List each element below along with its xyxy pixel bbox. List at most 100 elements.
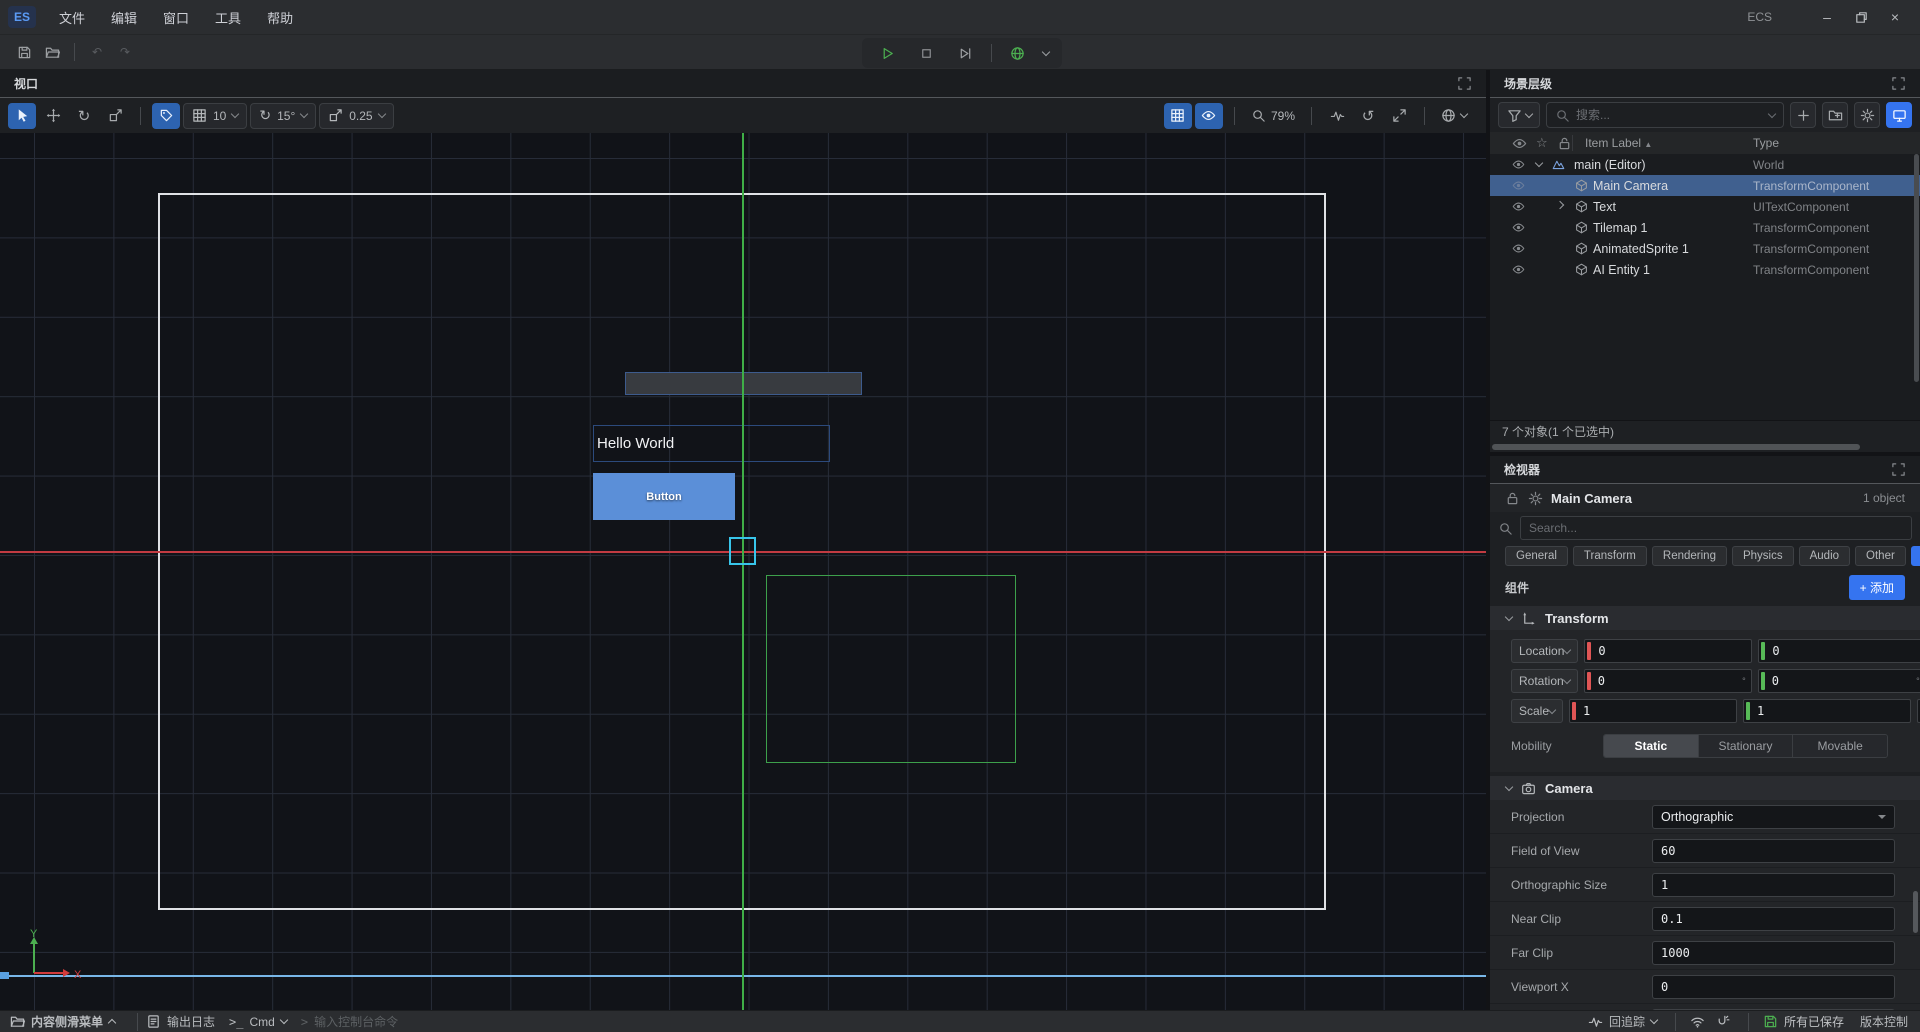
unlock-icon[interactable] xyxy=(1505,491,1520,506)
hierarchy-row-animatedsprite[interactable]: AnimatedSprite 1 TransformComponent xyxy=(1490,238,1920,259)
output-log-button[interactable]: 输出日志 xyxy=(146,1013,215,1030)
eye-icon[interactable] xyxy=(1512,200,1525,213)
tab-audio[interactable]: Audio xyxy=(1799,546,1850,566)
console-command-input[interactable]: > 输入控制台命令 xyxy=(301,1013,398,1030)
rotation-y-field[interactable]: ° xyxy=(1758,669,1920,693)
fit-view-button[interactable] xyxy=(1385,103,1413,129)
eye-icon[interactable] xyxy=(1512,158,1525,171)
tab-transform[interactable]: Transform xyxy=(1573,546,1647,566)
run-target-dropdown-icon[interactable] xyxy=(1042,47,1050,55)
add-item-button[interactable] xyxy=(1790,102,1816,128)
view-mode-button[interactable] xyxy=(1886,102,1912,128)
select-tool-button[interactable] xyxy=(8,103,36,129)
orthographic-size-input[interactable] xyxy=(1652,873,1895,897)
filter-dropdown[interactable] xyxy=(1498,102,1540,128)
visibility-button[interactable] xyxy=(1195,103,1223,129)
show-grid-button[interactable] xyxy=(1164,103,1192,129)
hierarchy-row-tilemap[interactable]: Tilemap 1 TransformComponent xyxy=(1490,217,1920,238)
save-button[interactable] xyxy=(10,39,38,65)
location-y-field[interactable] xyxy=(1758,639,1920,663)
ui-button-element[interactable]: Button xyxy=(593,473,735,520)
stats-button[interactable] xyxy=(1323,103,1351,129)
hierarchy-settings-button[interactable] xyxy=(1854,102,1880,128)
eye-icon[interactable] xyxy=(1512,221,1525,234)
tab-all[interactable]: All xyxy=(1911,546,1920,566)
rotate-snap-dropdown[interactable]: ↻ 15° xyxy=(250,103,316,129)
near-clip-input[interactable] xyxy=(1652,907,1895,931)
viewport-maximize-button[interactable] xyxy=(1457,76,1472,91)
hierarchy-search-input[interactable] xyxy=(1576,108,1763,122)
inspector-vertical-scrollbar[interactable] xyxy=(1913,891,1918,933)
new-folder-button[interactable] xyxy=(1822,102,1848,128)
reset-view-button[interactable]: ↺ xyxy=(1354,103,1382,129)
undo-button[interactable]: ↶ xyxy=(83,39,111,65)
trace-dropdown[interactable]: 回追踪 xyxy=(1588,1013,1657,1030)
mobility-static[interactable]: Static xyxy=(1604,735,1699,757)
close-button[interactable]: × xyxy=(1878,4,1912,30)
add-component-button[interactable]: + 添加 xyxy=(1849,575,1905,600)
menu-file[interactable]: 文件 xyxy=(46,5,98,29)
location-x-field[interactable] xyxy=(1584,639,1752,663)
mobility-movable[interactable]: Movable xyxy=(1793,735,1887,757)
version-control-button[interactable]: 版本控制 xyxy=(1860,1013,1908,1030)
far-clip-input[interactable] xyxy=(1652,941,1895,965)
scale-tool-button[interactable] xyxy=(101,103,129,129)
open-folder-button[interactable] xyxy=(38,39,66,65)
tab-general[interactable]: General xyxy=(1505,546,1568,566)
menu-help[interactable]: 帮助 xyxy=(254,5,306,29)
viewport-x-input[interactable] xyxy=(1652,975,1895,999)
scale-snap-dropdown[interactable]: 0.25 xyxy=(319,103,393,129)
inspector-maximize-button[interactable] xyxy=(1891,462,1906,477)
eye-icon[interactable] xyxy=(1512,263,1525,276)
hierarchy-row-main-camera[interactable]: Main Camera TransformComponent xyxy=(1490,175,1920,196)
move-tool-button[interactable] xyxy=(39,103,67,129)
location-dropdown[interactable]: Location xyxy=(1511,639,1578,663)
column-item-label[interactable]: Item Label ▲ xyxy=(1572,136,1652,150)
scale-x-field[interactable] xyxy=(1569,699,1737,723)
scale-dropdown[interactable]: Scale xyxy=(1511,699,1563,723)
star-column-icon[interactable]: ☆ xyxy=(1536,135,1548,151)
rotation-dropdown[interactable]: Rotation xyxy=(1511,669,1578,693)
eye-icon[interactable] xyxy=(1512,179,1525,192)
tab-physics[interactable]: Physics xyxy=(1732,546,1794,566)
redo-button[interactable]: ↷ xyxy=(111,39,139,65)
step-forward-button[interactable] xyxy=(952,41,978,65)
menu-window[interactable]: 窗口 xyxy=(150,5,202,29)
debug-probe-icon[interactable] xyxy=(1715,1014,1730,1029)
content-drawer-button[interactable]: 内容侧滑菜单 xyxy=(10,1013,115,1030)
minimize-button[interactable]: – xyxy=(1810,4,1844,30)
stop-button[interactable] xyxy=(913,41,939,65)
scene-canvas[interactable]: Hello World Button Y X xyxy=(0,133,1486,1010)
scale-y-field[interactable] xyxy=(1743,699,1911,723)
cmd-dropdown[interactable]: >_ Cmd xyxy=(229,1015,287,1029)
column-type[interactable]: Type xyxy=(1753,136,1779,150)
inspector-search-input[interactable] xyxy=(1529,521,1903,535)
snap-toggle-button[interactable] xyxy=(152,103,180,129)
restore-button[interactable] xyxy=(1844,4,1878,30)
chevron-right-icon[interactable] xyxy=(1556,201,1564,209)
selected-object-gizmo[interactable] xyxy=(729,537,756,565)
tab-rendering[interactable]: Rendering xyxy=(1652,546,1727,566)
camera-section-header[interactable]: Camera xyxy=(1490,776,1920,800)
zoom-control[interactable]: 79% xyxy=(1246,103,1300,129)
rotate-tool-button[interactable]: ↻ xyxy=(70,103,98,129)
projection-select[interactable] xyxy=(1652,805,1895,829)
world-view-dropdown[interactable] xyxy=(1436,103,1472,129)
eye-icon[interactable] xyxy=(1512,242,1525,255)
hierarchy-maximize-button[interactable] xyxy=(1891,76,1906,91)
field-of-view-input[interactable] xyxy=(1652,839,1895,863)
rotation-x-field[interactable]: ° xyxy=(1584,669,1752,693)
network-status-icon[interactable] xyxy=(1690,1014,1705,1029)
save-status[interactable]: 所有已保存 xyxy=(1763,1013,1844,1030)
grid-snap-dropdown[interactable]: 10 xyxy=(183,103,247,129)
hierarchy-horizontal-scrollbar[interactable] xyxy=(1490,442,1920,452)
hierarchy-row-main[interactable]: main (Editor) World xyxy=(1490,154,1920,175)
play-button[interactable] xyxy=(875,41,901,65)
lock-column-icon[interactable] xyxy=(1557,136,1572,151)
hierarchy-vertical-scrollbar[interactable] xyxy=(1914,154,1919,382)
run-target-button[interactable] xyxy=(1005,41,1031,65)
hierarchy-row-ai-entity[interactable]: AI Entity 1 TransformComponent xyxy=(1490,259,1920,280)
eye-column-icon[interactable] xyxy=(1512,136,1527,151)
menu-edit[interactable]: 编辑 xyxy=(98,5,150,29)
tab-other[interactable]: Other xyxy=(1855,546,1906,566)
